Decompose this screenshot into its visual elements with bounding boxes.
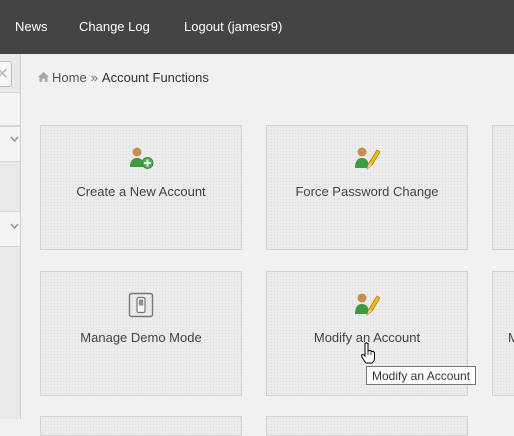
breadcrumb-current: Account Functions <box>101 70 209 85</box>
tile-partial-bottom-1[interactable] <box>40 416 242 436</box>
nav-link-change-log[interactable]: Change Log <box>79 19 150 34</box>
nav-link-logout[interactable]: Logout (jamesr9) <box>184 19 282 34</box>
tile-create-account[interactable]: Create a New Account <box>40 125 242 250</box>
tile-force-password-change[interactable]: Force Password Change <box>266 125 468 250</box>
sidebar-section-1-toggle[interactable] <box>0 126 20 162</box>
tile-partial-right-2[interactable]: M <box>492 271 514 396</box>
close-icon: ✕ <box>0 64 9 83</box>
chevron-down-icon <box>10 222 19 233</box>
toggle-switch-icon <box>128 292 154 322</box>
breadcrumb: Home» Account Functions <box>37 70 209 86</box>
tile-partial-right[interactable] <box>492 125 514 250</box>
user-edit-icon <box>353 292 381 322</box>
sidebar-section-1[interactable] <box>0 92 20 126</box>
sidebar-collapse-button[interactable]: ✕ <box>0 61 12 87</box>
user-edit-icon <box>353 146 381 176</box>
tile-label: Manage Demo Mode <box>80 330 202 345</box>
tooltip: Modify an Account <box>366 366 477 385</box>
breadcrumb-separator: » <box>90 70 98 85</box>
nav-link-news[interactable]: News <box>15 19 48 34</box>
sidebar-section-2-toggle[interactable] <box>0 211 20 247</box>
chevron-down-icon <box>10 135 19 146</box>
tile-manage-demo-mode[interactable]: Manage Demo Mode <box>40 271 242 396</box>
hand-cursor-icon <box>360 342 376 368</box>
user-add-icon <box>128 146 154 174</box>
sidebar: ✕ <box>0 54 21 419</box>
top-nav-bar: News Change Log Logout (jamesr9) <box>0 0 514 54</box>
tile-label: Create a New Account <box>76 184 206 199</box>
tile-label: Force Password Change <box>295 184 439 199</box>
home-icon <box>37 71 50 86</box>
breadcrumb-home-link[interactable]: Home <box>52 70 87 85</box>
tile-partial-bottom-2[interactable] <box>266 416 468 436</box>
tile-label: M <box>508 330 514 345</box>
